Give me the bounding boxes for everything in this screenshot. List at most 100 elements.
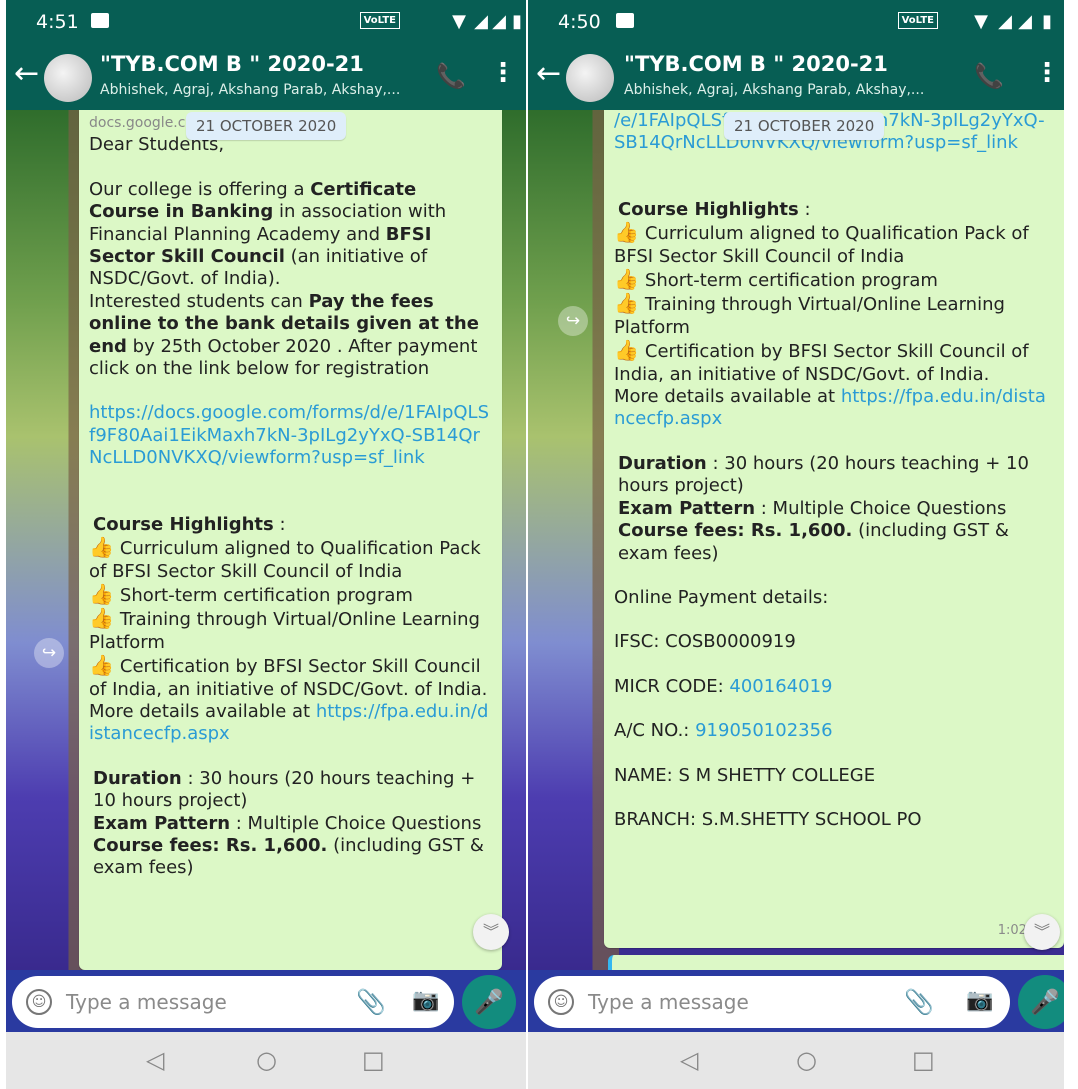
group-members[interactable]: Abhishek, Agraj, Akshang Parab, Akshay,.… [100, 82, 400, 98]
message-bubble[interactable]: docs.google.com Dear Students, Our colle… [79, 110, 502, 970]
more-details: More details available at https://fpa.ed… [89, 700, 489, 745]
battery-icon: ▮ [1042, 11, 1052, 32]
highlight-item: 👍 Curriculum aligned to Qualification Pac… [89, 535, 481, 582]
emoji-icon[interactable]: ☺ [548, 989, 574, 1015]
highlight-item: 👍 Short-term certification program [614, 267, 938, 292]
camera-icon[interactable]: 📷 [966, 988, 993, 1013]
message-placeholder: Type a message [588, 990, 749, 1014]
thumbs-up-icon: 👍 [89, 581, 114, 606]
phone-screen-right: 4:50 VoLTE ▼ ◢ ◢ ▮ ← "TYB.COM B " 2020-2… [528, 0, 1064, 1089]
nav-back-icon[interactable]: ◁ [146, 1046, 164, 1074]
forward-icon[interactable]: ↪ [558, 306, 588, 336]
signal-icon: ◢ [1018, 11, 1032, 32]
group-avatar[interactable] [566, 54, 614, 102]
mic-button[interactable]: 🎤 [462, 975, 516, 1029]
more-options-icon[interactable]: ⋮ [490, 58, 516, 88]
highlight-item: 👍 Certification by BFSI Sector Skill Coun… [614, 338, 1029, 385]
volte-badge: VoLTE [359, 12, 400, 29]
course-fees-text: Course fees: Rs. 1,600. (including GST &… [93, 834, 484, 879]
nav-home-icon[interactable]: ○ [796, 1046, 817, 1074]
date-chip: 21 OCTOBER 2020 [186, 112, 347, 140]
account-number-text: A/C NO.: 919050102356 [614, 720, 833, 742]
attach-icon[interactable]: 📎 [356, 988, 386, 1016]
group-title[interactable]: "TYB.COM B " 2020-21 [100, 52, 364, 76]
nav-back-icon[interactable]: ◁ [680, 1046, 698, 1074]
next-message-bubble[interactable] [608, 955, 1064, 970]
thumbs-up-icon: 👍 [614, 291, 639, 316]
nav-home-icon[interactable]: ○ [256, 1046, 277, 1074]
exam-pattern-text: Exam Pattern : Multiple Choice Questions [618, 497, 1007, 519]
message-placeholder: Type a message [66, 990, 227, 1014]
intro-paragraph: Our college is offering a Certificate Co… [89, 178, 447, 290]
chat-header: ← "TYB.COM B " 2020-21 Abhishek, Agraj, … [528, 42, 1064, 110]
highlights-heading: Course Highlights : [618, 198, 811, 220]
nav-recents-icon[interactable]: □ [362, 1046, 385, 1074]
micr-number-link[interactable]: 400164019 [729, 676, 832, 697]
more-details: More details available at https://fpa.ed… [614, 386, 1046, 430]
wifi-icon: ▼ [974, 11, 988, 32]
highlight-item: 👍 Training through Virtual/Online Learnin… [614, 291, 1005, 338]
account-name-text: NAME: S M SHETTY COLLEGE [614, 764, 876, 786]
image-notification-icon [616, 13, 634, 28]
account-number-link[interactable]: 919050102356 [695, 720, 832, 741]
wifi-icon: ▼ [452, 11, 466, 32]
composer-bar: ☺ Type a message 📎 📷 🎤 [528, 970, 1064, 1032]
composer-bar: ☺ Type a message 📎 📷 🎤 [6, 970, 526, 1032]
duration-text: Duration : 30 hours (20 hours teaching +… [618, 452, 1029, 497]
thumbs-up-icon: 👍 [614, 220, 639, 245]
add-call-icon[interactable]: 📞 [436, 62, 466, 90]
status-time: 4:51 [36, 11, 79, 33]
volte-badge: VoLTE [897, 12, 938, 29]
thumbs-up-icon: 👍 [614, 338, 639, 363]
payment-instruction: Interested students can Pay the fees onl… [89, 290, 479, 380]
system-nav-bar: ◁ ○ □ [6, 1032, 526, 1089]
more-options-icon[interactable]: ⋮ [1034, 58, 1060, 88]
ifsc-text: IFSC: COSB0000919 [614, 631, 796, 653]
micr-text: MICR CODE: 400164019 [614, 675, 833, 697]
date-chip: 21 OCTOBER 2020 [724, 112, 885, 140]
phone-screen-left: 4:51 VoLTE ▼ ◢ ◢ ▮ ← "TYB.COM B " 2020-2… [6, 0, 526, 1089]
signal-icon: ◢ [492, 11, 506, 32]
scroll-down-icon[interactable]: ︾ [473, 914, 509, 950]
message-input[interactable]: ☺ Type a message 📎 📷 [12, 976, 454, 1028]
mic-button[interactable]: 🎤 [1018, 975, 1064, 1029]
highlight-item: 👍 Curriculum aligned to Qualification Pac… [614, 220, 1029, 267]
add-call-icon[interactable]: 📞 [974, 62, 1004, 90]
chat-header: ← "TYB.COM B " 2020-21 Abhishek, Agraj, … [6, 42, 526, 110]
attach-icon[interactable]: 📎 [904, 988, 934, 1016]
exam-pattern-text: Exam Pattern : Multiple Choice Questions [93, 812, 482, 834]
branch-text: BRANCH: S.M.SHETTY SCHOOL PO [614, 808, 922, 830]
highlight-item: 👍 Training through Virtual/Online Learnin… [89, 606, 480, 653]
group-title[interactable]: "TYB.COM B " 2020-21 [624, 52, 888, 76]
thumbs-up-icon: 👍 [89, 535, 114, 560]
message-bubble[interactable]: /e/1FAIpQLSf9F80Aai1EikMaxh7kN-3pILg2yYx… [604, 110, 1064, 948]
group-members[interactable]: Abhishek, Agraj, Akshang Parab, Akshay,.… [624, 82, 924, 98]
signal-icon: ◢ [998, 11, 1012, 32]
thumbs-up-icon: 👍 [89, 606, 114, 631]
chat-area[interactable]: ↪ /e/1FAIpQLSf9F80Aai1EikMaxh7kN-3pILg2y… [528, 110, 1064, 970]
back-arrow-icon[interactable]: ← [14, 56, 39, 92]
payment-title: Online Payment details: [614, 586, 829, 608]
nav-recents-icon[interactable]: □ [912, 1046, 935, 1074]
status-time: 4:50 [558, 11, 601, 33]
highlight-item: 👍 Short-term certification program [89, 581, 413, 606]
chat-area[interactable]: ↪ docs.google.com Dear Students, Our col… [6, 110, 526, 970]
group-avatar[interactable] [44, 54, 92, 102]
system-nav-bar: ◁ ○ □ [528, 1032, 1064, 1089]
thumbs-up-icon: 👍 [89, 653, 114, 678]
emoji-icon[interactable]: ☺ [26, 989, 52, 1015]
signal-icon: ◢ [474, 11, 488, 32]
message-input[interactable]: ☺ Type a message 📎 📷 [534, 976, 1010, 1028]
highlights-heading: Course Highlights : [93, 513, 286, 535]
scroll-down-icon[interactable]: ︾ [1024, 914, 1060, 950]
status-bar: 4:50 VoLTE ▼ ◢ ◢ ▮ [528, 0, 1064, 42]
forward-icon[interactable]: ↪ [34, 638, 64, 668]
back-arrow-icon[interactable]: ← [536, 56, 561, 92]
camera-icon[interactable]: 📷 [412, 988, 439, 1013]
registration-link[interactable]: https://docs.google.com/forms/d/e/1FAIpQ… [89, 402, 492, 469]
course-fees-text: Course fees: Rs. 1,600. (including GST &… [618, 520, 1009, 564]
highlight-item: 👍 Certification by BFSI Sector Skill Coun… [89, 653, 488, 700]
status-bar: 4:51 VoLTE ▼ ◢ ◢ ▮ [6, 0, 526, 42]
thumbs-up-icon: 👍 [614, 267, 639, 292]
battery-icon: ▮ [512, 11, 522, 32]
